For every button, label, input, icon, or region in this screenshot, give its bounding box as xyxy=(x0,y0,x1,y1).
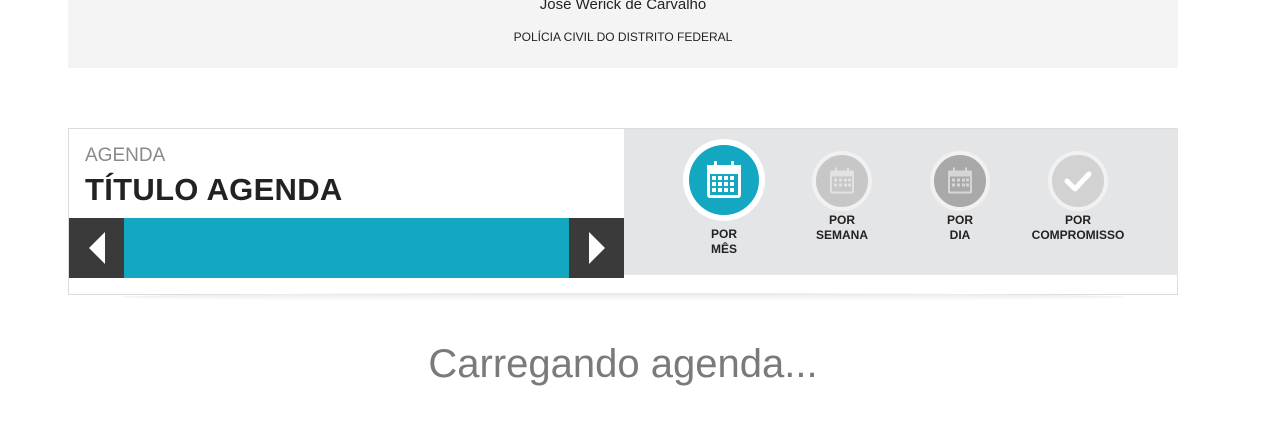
view-appointment-circle xyxy=(1048,151,1108,211)
top-banner: José Werick de Carvalho POLÍCIA CIVIL DO… xyxy=(68,0,1178,68)
user-name: José Werick de Carvalho xyxy=(539,0,707,13)
view-selector: POR MÊS POR SEMANA POR DIA POR COMPROMIS… xyxy=(624,129,1178,275)
view-week-circle xyxy=(812,151,872,211)
chevron-left-icon xyxy=(88,232,105,264)
previous-button[interactable] xyxy=(69,218,124,278)
view-day-button[interactable]: POR DIA xyxy=(905,151,1015,243)
loading-message: Carregando agenda... xyxy=(428,342,818,386)
view-day-circle xyxy=(930,151,990,211)
view-month-circle xyxy=(683,139,765,221)
view-month-label-1: POR xyxy=(710,227,737,241)
view-month-label-2: MÊS xyxy=(710,242,737,256)
agenda-period-bar xyxy=(69,218,624,278)
agenda-label: AGENDA xyxy=(85,145,166,166)
view-appointment-button[interactable]: POR COMPROMISSO xyxy=(1023,151,1133,243)
view-appointment-label-1: POR xyxy=(1064,213,1091,227)
view-week-label-2: SEMANA xyxy=(815,228,868,242)
organization-name: POLÍCIA CIVIL DO DISTRITO FEDERAL xyxy=(513,30,733,44)
view-day-label-2: DIA xyxy=(949,228,971,242)
calendar-icon xyxy=(830,167,854,194)
view-appointment-label-2: COMPROMISSO xyxy=(1031,228,1125,242)
calendar-icon xyxy=(948,167,972,194)
view-week-label-1: POR xyxy=(828,213,855,227)
next-button[interactable] xyxy=(569,218,624,278)
view-month-button[interactable]: POR MÊS xyxy=(669,139,779,257)
view-day-label-1: POR xyxy=(946,213,973,227)
view-week-button[interactable]: POR SEMANA xyxy=(787,151,897,243)
agenda-title: TÍTULO AGENDA xyxy=(85,172,343,207)
calendar-icon xyxy=(707,161,741,198)
chevron-right-icon xyxy=(588,232,605,264)
agenda-title-area: AGENDA TÍTULO AGENDA xyxy=(69,129,624,279)
agenda-panel: AGENDA TÍTULO AGENDA POR MÊS POR SEMANA … xyxy=(68,128,1178,295)
panel-shadow xyxy=(120,293,1125,301)
check-icon xyxy=(1064,171,1092,192)
